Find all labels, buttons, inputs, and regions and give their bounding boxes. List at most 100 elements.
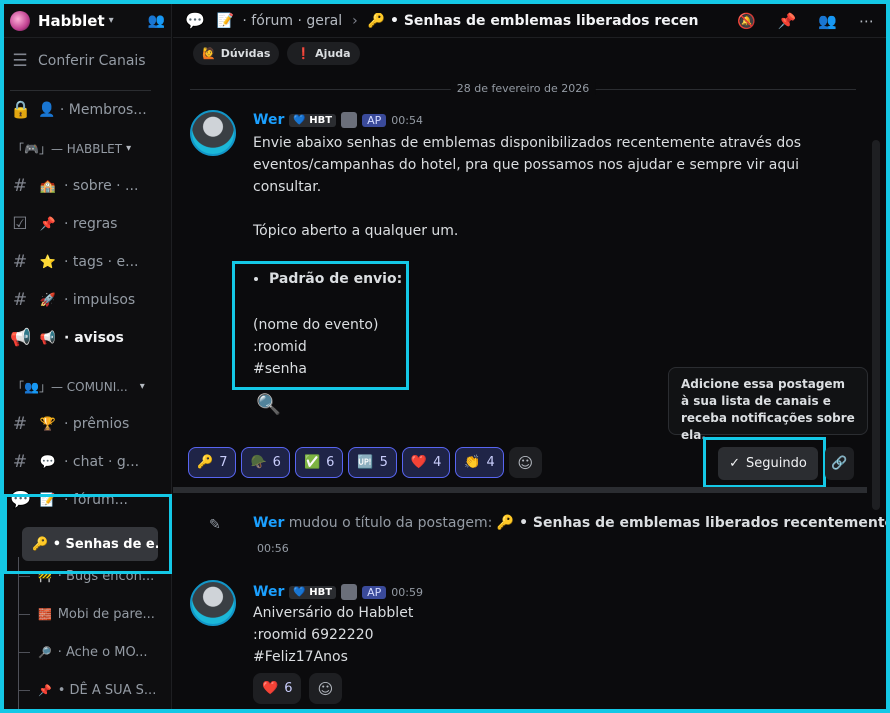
magnifier-icon: 🔍 — [256, 392, 281, 416]
chevron-down-icon: ▾ — [126, 142, 132, 154]
channel-emoji: 📢 — [39, 330, 57, 346]
reaction[interactable]: 🆙 5 — [348, 447, 397, 478]
channel-impulsos[interactable]: # 🚀 · impulsos — [4, 281, 171, 319]
channel-regras[interactable]: ☑ 📌 · regras — [4, 205, 171, 243]
thread-item[interactable]: 🔎 · Ache o MO... — [4, 633, 171, 671]
channel-tags[interactable]: # ⭐ · tags · e... — [4, 243, 171, 281]
reaction[interactable]: ❤️ 6 — [253, 673, 302, 704]
channel-sobre[interactable]: # 🏫 · sobre · ... — [4, 167, 171, 205]
hashtag-icon: # — [12, 290, 28, 310]
username[interactable]: Wer — [253, 584, 284, 600]
channel-forum[interactable]: 💬 📝 · fórum... — [4, 481, 171, 519]
server-header[interactable]: Habblet ▾ 👥 — [4, 4, 171, 38]
tag-label: Dúvidas — [220, 47, 271, 60]
message-paragraph: Tópico aberto a qualquer um. — [253, 223, 459, 239]
channel-premios[interactable]: # 🏆 · prêmios — [4, 405, 171, 443]
channel-label: · prêmios — [64, 416, 130, 432]
username[interactable]: Wer — [253, 515, 284, 531]
thread-label: • DÊ A SUA S... — [57, 682, 157, 698]
megaphone-icon: 📢 — [10, 328, 32, 348]
reaction-bar: 🔑 7 🪖 6 ✅ 6 🆙 5 ❤️ 4 👏 4 ☺ — [188, 447, 542, 478]
message-body: Envie abaixo senhas de emblemas disponib… — [253, 132, 813, 242]
reaction[interactable]: ❤️ 4 — [401, 447, 451, 478]
channel-label: · fórum... — [64, 492, 129, 508]
tag-duvidas[interactable]: 🙋 Dúvidas — [193, 42, 280, 65]
tag-emoji: ❗ — [296, 47, 311, 60]
reaction[interactable]: 👏 4 — [455, 447, 504, 478]
message-line: Aniversário do Habblet — [253, 605, 414, 621]
lock-icon: 🔒 — [10, 100, 32, 120]
hashtag-icon: # — [12, 252, 28, 272]
scrollbar[interactable] — [872, 140, 880, 510]
reaction[interactable]: 🪖 6 — [241, 447, 290, 478]
mute-icon[interactable]: 🔕 — [737, 12, 756, 30]
hashtag-icon: # — [12, 176, 28, 196]
chevron-down-icon: ▾ — [139, 380, 145, 392]
system-message: Wer mudou o título da postagem: 🔑 • Senh… — [253, 515, 890, 531]
category-comunidade[interactable]: 「👥」— COMUNI... ▾ — [4, 367, 171, 405]
reaction-emoji: 🪖 — [250, 455, 267, 470]
message-line: #Feliz17Anos — [253, 649, 348, 665]
avatar[interactable] — [190, 580, 236, 626]
date-label: 28 de fevereiro de 2026 — [450, 82, 596, 95]
thread-item[interactable]: 📌 • DÊ A SUA S... — [4, 671, 171, 709]
thread-label: · Bugs encon... — [57, 568, 155, 584]
reaction[interactable]: 🔑 7 — [188, 447, 237, 478]
thread-item-selected[interactable]: 🔑 • Senhas de e... — [22, 527, 158, 561]
thread-emoji: 🚧 — [38, 569, 52, 583]
rules-icon: ☑ — [12, 214, 28, 234]
tag-label: Ajuda — [315, 47, 351, 60]
category-habblet[interactable]: 「🎮」— HABBLET ▾ — [4, 129, 171, 167]
channel-label: · impulsos — [64, 292, 136, 308]
reaction-emoji: 👏 — [464, 455, 481, 470]
pencil-icon: ✎ — [209, 517, 221, 533]
channel-emoji: 🏆 — [39, 416, 57, 432]
link-icon[interactable]: 🔗 — [825, 447, 854, 480]
channel-emoji: 🚀 — [39, 292, 57, 308]
channel-sidebar: Habblet ▾ 👥 ☰ Conferir Canais 🔒 👤 · Memb… — [4, 4, 172, 709]
channel-emoji: 📝 — [39, 492, 57, 508]
members-icon[interactable]: 👥 — [818, 12, 837, 30]
channel-emoji: ⭐ — [39, 254, 57, 270]
hashtag-icon: # — [12, 452, 28, 472]
reaction-emoji: ✅ — [303, 455, 321, 470]
channel-chat[interactable]: # 💬 · chat · g... — [4, 443, 171, 481]
thread-item[interactable]: 🧱 Mobi de pare... — [4, 595, 171, 633]
channel-label: · chat · g... — [64, 454, 140, 470]
new-title: 🔑 • Senhas de emblemas liberados recente… — [496, 515, 890, 531]
reaction-count: 5 — [379, 455, 388, 470]
ap-badge: AP — [362, 113, 387, 127]
timestamp: 00:56 — [257, 542, 289, 555]
thread-emoji: 📌 — [38, 683, 52, 697]
more-icon[interactable]: ⋯ — [859, 12, 874, 30]
add-reaction-icon[interactable]: ☺ — [309, 673, 342, 704]
reaction-count: 6 — [272, 455, 281, 470]
reaction-emoji: 🆙 — [357, 455, 374, 470]
highlight-follow — [703, 437, 826, 488]
channel-label: 👤 · Membros... — [38, 102, 147, 118]
avatar[interactable] — [190, 110, 236, 156]
thread-item[interactable]: 🚧 · Bugs encon... — [4, 557, 171, 595]
browse-channels[interactable]: ☰ Conferir Canais — [4, 38, 171, 84]
reaction-emoji: ❤️ — [262, 681, 279, 696]
forum-icon: 💬 — [10, 490, 32, 510]
chevron-down-icon[interactable]: ▾ — [109, 15, 114, 26]
channel-membros[interactable]: 🔒 👤 · Membros... — [4, 91, 171, 129]
role-badge: 💙 HBT — [289, 113, 337, 127]
reaction-count: 6 — [326, 455, 335, 470]
helmet-icon — [341, 584, 358, 600]
pin-icon[interactable]: 📌 — [778, 12, 797, 30]
highlight-format — [232, 261, 409, 390]
top-bar: 💬 📝 · fórum · geral › 🔑 • Senhas de embl… — [173, 4, 886, 38]
username[interactable]: Wer — [253, 112, 284, 128]
channel-avisos[interactable]: 📢 📢 · avisos — [4, 319, 171, 357]
thread-emoji: 🔎 — [38, 645, 52, 659]
tag-ajuda[interactable]: ❗ Ajuda — [287, 42, 360, 65]
add-member-icon[interactable]: 👥 — [148, 13, 165, 29]
add-reaction-icon[interactable]: ☺ — [508, 447, 542, 478]
thread-emoji: 🧱 — [38, 607, 52, 621]
reaction-emoji: 🔑 — [197, 455, 214, 470]
follow-tooltip: Adicione essa postagem à sua lista de ca… — [668, 367, 868, 442]
reaction[interactable]: ✅ 6 — [294, 447, 344, 478]
breadcrumb-forum[interactable]: · fórum · geral — [242, 13, 342, 29]
